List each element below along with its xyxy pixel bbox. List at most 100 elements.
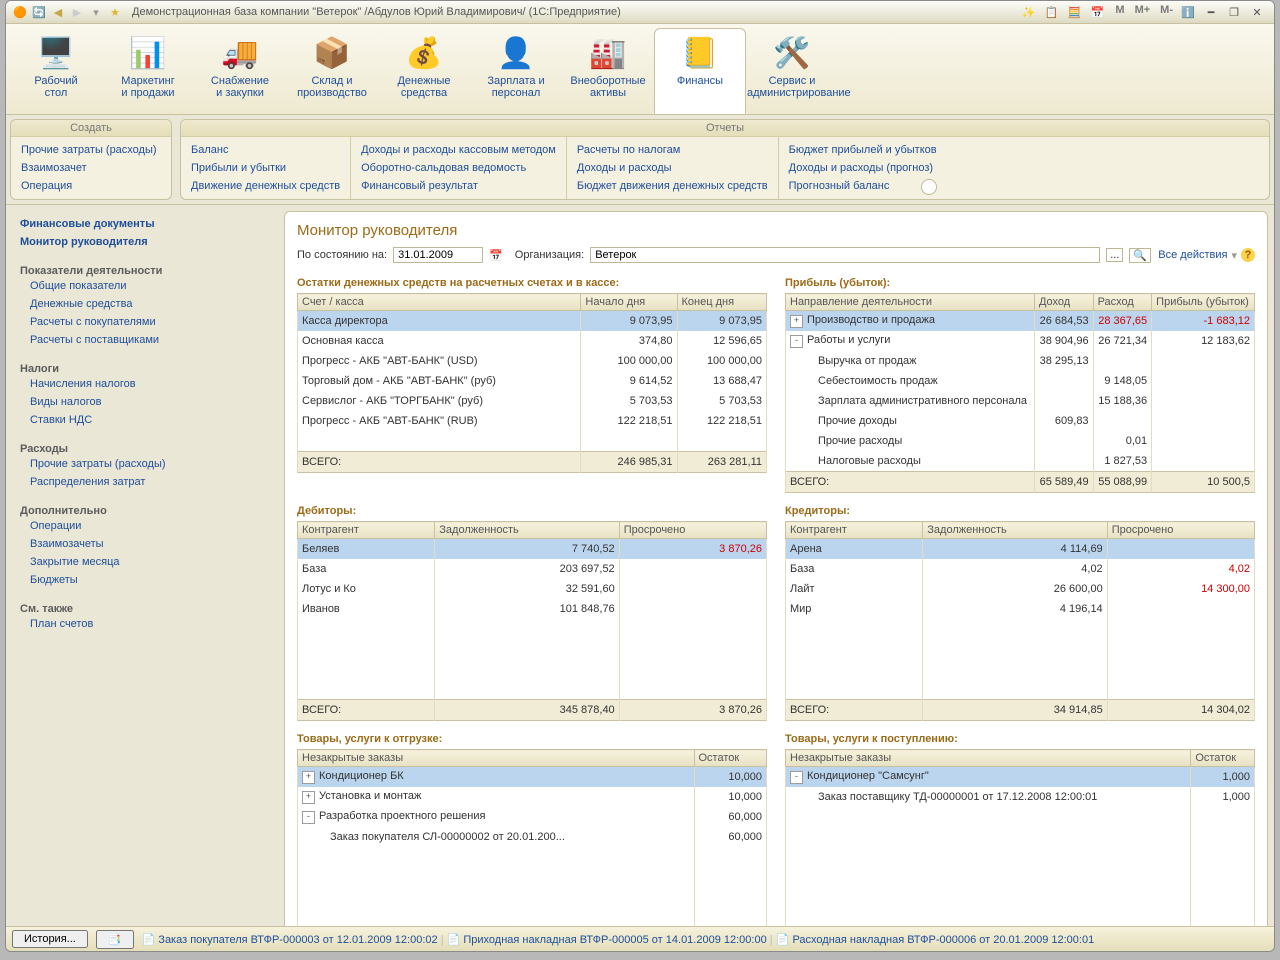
table-row[interactable]: -Разработка проектного решения60,000: [298, 807, 767, 827]
subpanel-link[interactable]: Баланс: [191, 141, 340, 159]
minimize-icon[interactable]: ━: [1203, 4, 1219, 20]
subpanel-link[interactable]: Оборотно-сальдовая ведомость: [361, 159, 556, 177]
chevron-down-icon[interactable]: ▾: [1231, 249, 1237, 262]
dropdown-icon[interactable]: ▾: [88, 4, 104, 20]
col-header[interactable]: Задолженность: [435, 522, 619, 539]
sidebar-item[interactable]: Расчеты с покупателями: [20, 313, 270, 331]
table-row[interactable]: +Установка и монтаж10,000: [298, 787, 767, 807]
col-header[interactable]: Незакрытые заказы: [298, 750, 695, 767]
ribbon-tab[interactable]: 🚚Снабжение и закупки: [194, 28, 286, 114]
sidebar-item[interactable]: Финансовые документы: [20, 215, 270, 233]
col-header[interactable]: Конец дня: [677, 294, 766, 311]
table-row[interactable]: Заказ покупателя СЛ-00000002 от 20.01.20…: [298, 827, 767, 847]
table-row[interactable]: Касса директора9 073,959 073,95: [298, 311, 767, 332]
mem-mplus-button[interactable]: M+: [1132, 4, 1154, 20]
table-row[interactable]: Основная касса374,8012 596,65: [298, 331, 767, 351]
sidebar-item[interactable]: Закрытие месяца: [20, 553, 270, 571]
table-row[interactable]: Выручка от продаж38 295,13: [786, 351, 1255, 371]
close-icon[interactable]: ✕: [1249, 4, 1265, 20]
subpanel-link[interactable]: Взаимозачет: [21, 159, 157, 177]
star-icon[interactable]: ★: [107, 4, 123, 20]
table-row[interactable]: Прогресс - АКБ "АВТ-БАНК" (USD)100 000,0…: [298, 351, 767, 371]
col-header[interactable]: Остаток: [1191, 750, 1255, 767]
col-header[interactable]: Остаток: [694, 750, 767, 767]
sidebar-item[interactable]: Общие показатели: [20, 277, 270, 295]
ribbon-tab[interactable]: 📒Финансы: [654, 28, 746, 114]
ribbon-tab[interactable]: 💰Денежные средства: [378, 28, 470, 114]
ribbon-tab[interactable]: 🏭Внеоборотные активы: [562, 28, 654, 114]
table-row[interactable]: База4,024,02: [786, 559, 1255, 579]
ribbon-tab[interactable]: 📊Маркетинг и продажи: [102, 28, 194, 114]
col-header[interactable]: Просрочено: [619, 522, 766, 539]
table-row[interactable]: -Кондиционер "Самсунг"1,000: [786, 767, 1255, 788]
mem-mminus-button[interactable]: M-: [1157, 4, 1176, 20]
table-row[interactable]: Прочие расходы0,01: [786, 431, 1255, 451]
table-row[interactable]: -Работы и услуги38 904,9626 721,3412 183…: [786, 331, 1255, 351]
ribbon-tab[interactable]: 🖥️Рабочий стол: [10, 28, 102, 114]
table-row[interactable]: Себестоимость продаж9 148,05: [786, 371, 1255, 391]
col-header[interactable]: Направление деятельности: [786, 294, 1035, 311]
table-row[interactable]: Торговый дом - АКБ "АВТ-БАНК" (руб)9 614…: [298, 371, 767, 391]
subpanel-link[interactable]: Прогнозный баланс: [789, 177, 937, 195]
subpanel-link[interactable]: Движение денежных средств: [191, 177, 340, 195]
sidebar-item[interactable]: Денежные средства: [20, 295, 270, 313]
col-header[interactable]: Незакрытые заказы: [786, 750, 1191, 767]
sidebar-item[interactable]: Взаимозачеты: [20, 535, 270, 553]
subpanel-link[interactable]: Расчеты по налогам: [577, 141, 768, 159]
info-icon[interactable]: ℹ️: [1180, 4, 1196, 20]
table-row[interactable]: Лайт26 600,0014 300,00: [786, 579, 1255, 599]
sidebar-item[interactable]: Расчеты с поставщиками: [20, 331, 270, 349]
col-header[interactable]: Просрочено: [1107, 522, 1254, 539]
all-actions-link[interactable]: Все действия: [1158, 249, 1227, 261]
sidebar-item[interactable]: Операции: [20, 517, 270, 535]
calendar-icon[interactable]: 📅: [1089, 4, 1105, 20]
expand-icon[interactable]: +: [790, 315, 803, 328]
date-input[interactable]: [393, 247, 483, 263]
expand-icon[interactable]: -: [790, 771, 803, 784]
org-input[interactable]: [590, 247, 1100, 263]
fav-add-icon[interactable]: ✨: [1020, 4, 1036, 20]
col-header[interactable]: Контрагент: [298, 522, 435, 539]
sidebar-item[interactable]: Распределения затрат: [20, 473, 270, 491]
subpanel-link[interactable]: Бюджет движения денежных средств: [577, 177, 768, 195]
table-row[interactable]: +Производство и продажа26 684,5328 367,6…: [786, 311, 1255, 332]
col-header[interactable]: Задолженность: [923, 522, 1107, 539]
col-header[interactable]: Доход: [1034, 294, 1093, 311]
table-row[interactable]: Зарплата административного персонала15 1…: [786, 391, 1255, 411]
table-row[interactable]: Мир4 196,14: [786, 599, 1255, 619]
subpanel-link[interactable]: Прочие затраты (расходы): [21, 141, 157, 159]
table-row[interactable]: Иванов101 848,76: [298, 599, 767, 619]
col-header[interactable]: Прибыль (убыток): [1152, 294, 1255, 311]
sidebar-item[interactable]: Ставки НДС: [20, 411, 270, 429]
expand-icon[interactable]: -: [790, 335, 803, 348]
table-row[interactable]: Арена4 114,69: [786, 539, 1255, 560]
date-picker-icon[interactable]: 📅: [489, 249, 503, 262]
sidebar-item[interactable]: Виды налогов: [20, 393, 270, 411]
ribbon-tab[interactable]: 📦Склад и производство: [286, 28, 378, 114]
refresh-icon[interactable]: 🔄: [31, 4, 47, 20]
table-row[interactable]: Заказ поставщику ТД-00000001 от 17.12.20…: [786, 787, 1255, 807]
maximize-icon[interactable]: ❐: [1226, 4, 1242, 20]
clipboard-icon[interactable]: 📋: [1043, 4, 1059, 20]
subpanel-link[interactable]: Операция: [21, 177, 157, 195]
table-row[interactable]: Сервислог - АКБ "ТОРГБАНК" (руб)5 703,53…: [298, 391, 767, 411]
sidebar-item[interactable]: План счетов: [20, 615, 270, 633]
status-doc-link[interactable]: Заказ покупателя ВТФР-000003 от 12.01.20…: [158, 934, 437, 946]
expand-icon[interactable]: +: [302, 771, 315, 784]
expand-icon[interactable]: +: [302, 791, 315, 804]
col-header[interactable]: Счет / касса: [298, 294, 581, 311]
col-header[interactable]: Расход: [1093, 294, 1152, 311]
subpanel-link[interactable]: Прибыли и убытки: [191, 159, 340, 177]
table-row[interactable]: Беляев7 740,523 870,26: [298, 539, 767, 560]
more-icon[interactable]: [921, 179, 937, 195]
mem-m-button[interactable]: M: [1112, 4, 1127, 20]
history-button[interactable]: История...: [12, 930, 88, 948]
table-row[interactable]: Прогресс - АКБ "АВТ-БАНК" (RUB)122 218,5…: [298, 411, 767, 431]
sidebar-item[interactable]: Монитор руководителя: [20, 233, 270, 251]
org-search-icon[interactable]: 🔍: [1129, 248, 1151, 263]
calc-icon[interactable]: 🧮: [1066, 4, 1082, 20]
table-row[interactable]: База203 697,52: [298, 559, 767, 579]
help-icon[interactable]: ?: [1241, 248, 1255, 262]
expand-icon[interactable]: -: [302, 811, 315, 824]
status-doc-link[interactable]: Расходная накладная ВТФР-000006 от 20.01…: [792, 934, 1094, 946]
